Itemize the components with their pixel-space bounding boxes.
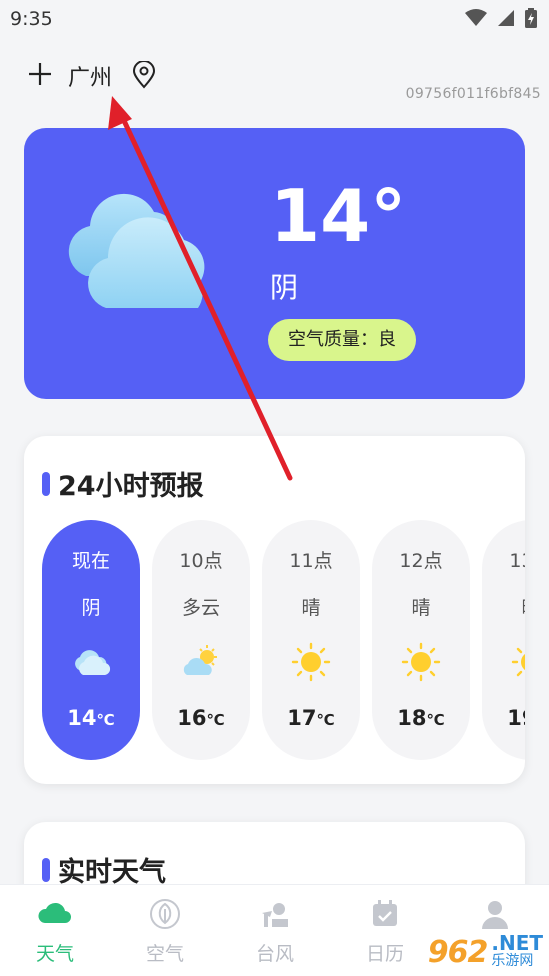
device-id-text: 09756f011f6bf845 [405, 86, 541, 102]
status-time: 9:35 [10, 8, 53, 30]
hour-temperature-value: 19 [507, 706, 525, 730]
hour-temperature-unit: ℃ [96, 711, 115, 729]
hour-temperature: 18℃ [372, 706, 470, 730]
status-icons [465, 8, 537, 28]
sun-icon [401, 642, 441, 682]
hour-condition: 晴 [301, 597, 321, 619]
signal-icon [498, 10, 514, 26]
air-quality-badge[interactable]: 空气质量：良 [268, 319, 416, 361]
hour-label: 11点 [289, 550, 333, 572]
hour-condition: 阴 [81, 597, 101, 619]
sun-icon [511, 642, 525, 682]
watermark-net: .NET [491, 931, 543, 955]
tab-label: 空气 [145, 943, 184, 965]
hour-temperature-unit: ℃ [426, 711, 445, 729]
hour-temperature-unit: ℃ [206, 711, 225, 729]
tab-typhoon[interactable]: 台风 [235, 897, 315, 967]
tab-weather[interactable]: 天气 [15, 897, 95, 967]
hour-temperature-value: 17 [287, 706, 317, 730]
hour-condition: 晴 [482, 593, 525, 620]
hour-temperature: 19℃ [482, 706, 525, 730]
section-title: 24小时预报 [42, 464, 204, 503]
hourly-forecast-list[interactable]: 现在阴14℃10点多云16℃11点晴17℃12点晴18℃13点晴19℃ [42, 520, 525, 762]
watermark-text: .NET 乐游网 [491, 931, 543, 970]
hour-temperature-value: 14 [67, 706, 97, 730]
hour-label: 现在 [71, 550, 110, 572]
overcast-cloud-icon [71, 642, 111, 682]
hour-temperature-value: 16 [177, 706, 207, 730]
tab-air[interactable]: 空气 [125, 897, 205, 967]
hour-temperature: 14℃ [42, 706, 140, 730]
hour-label: 10点 [179, 550, 223, 572]
title-accent-bar [42, 471, 50, 496]
user-icon [482, 901, 508, 929]
hour-forecast-item[interactable]: 现在阴 14℃ [42, 520, 140, 760]
leaf-icon [150, 899, 180, 929]
cloud-icon [38, 902, 71, 923]
calendar-icon [373, 900, 397, 926]
hour-forecast-item[interactable]: 10点多云 16℃ [152, 520, 250, 760]
hour-temperature: 17℃ [262, 706, 360, 730]
tab-label: 日历 [365, 943, 404, 965]
hour-temperature-unit: ℃ [316, 711, 335, 729]
watermark-sub: 乐游网 [491, 953, 534, 969]
hour-condition: 晴 [411, 597, 431, 619]
city-name[interactable]: 广州 [68, 60, 112, 92]
hour-temperature-value: 18 [397, 706, 427, 730]
hour-temperature: 16℃ [152, 706, 250, 730]
battery-icon [525, 8, 537, 28]
weather-app-screen: 9:35 广州 09756f011f6bf845 14° 阴 空气质量：良 24… [0, 0, 549, 976]
current-temperature: 14° [270, 174, 407, 258]
location-pin-icon[interactable] [131, 61, 157, 89]
tab-calendar[interactable]: 日历 [345, 897, 425, 967]
tab-label: 台风 [255, 943, 294, 965]
current-weather-card: 14° 阴 空气质量：良 [24, 128, 525, 399]
watermark-logo: 962 [427, 934, 489, 970]
add-city-icon[interactable] [26, 60, 54, 88]
current-condition: 阴 [270, 271, 299, 304]
site-watermark: 962 .NET 乐游网 [427, 931, 543, 970]
hour-forecast-item[interactable]: 13点晴 19℃ [482, 520, 525, 760]
title-accent-bar [42, 857, 50, 882]
hour-forecast-item[interactable]: 12点晴 18℃ [372, 520, 470, 760]
wifi-icon [465, 9, 487, 26]
hourly-forecast-card: 24小时预报 现在阴14℃10点多云16℃11点晴17℃12点晴18℃13点晴1… [24, 436, 525, 784]
hour-condition: 多云 [181, 597, 220, 619]
overcast-cloud-icon [68, 193, 205, 308]
hour-forecast-item[interactable]: 11点晴 17℃ [262, 520, 360, 760]
section-title-text: 24小时预报 [58, 471, 204, 502]
hour-label: 12点 [399, 550, 443, 572]
tab-label: 天气 [35, 943, 74, 965]
typhoon-icon [262, 903, 288, 927]
hour-label: 13点 [509, 550, 525, 572]
status-bar: 9:35 [0, 0, 549, 40]
sun-icon [291, 642, 331, 682]
partly-cloudy-icon [181, 642, 221, 682]
